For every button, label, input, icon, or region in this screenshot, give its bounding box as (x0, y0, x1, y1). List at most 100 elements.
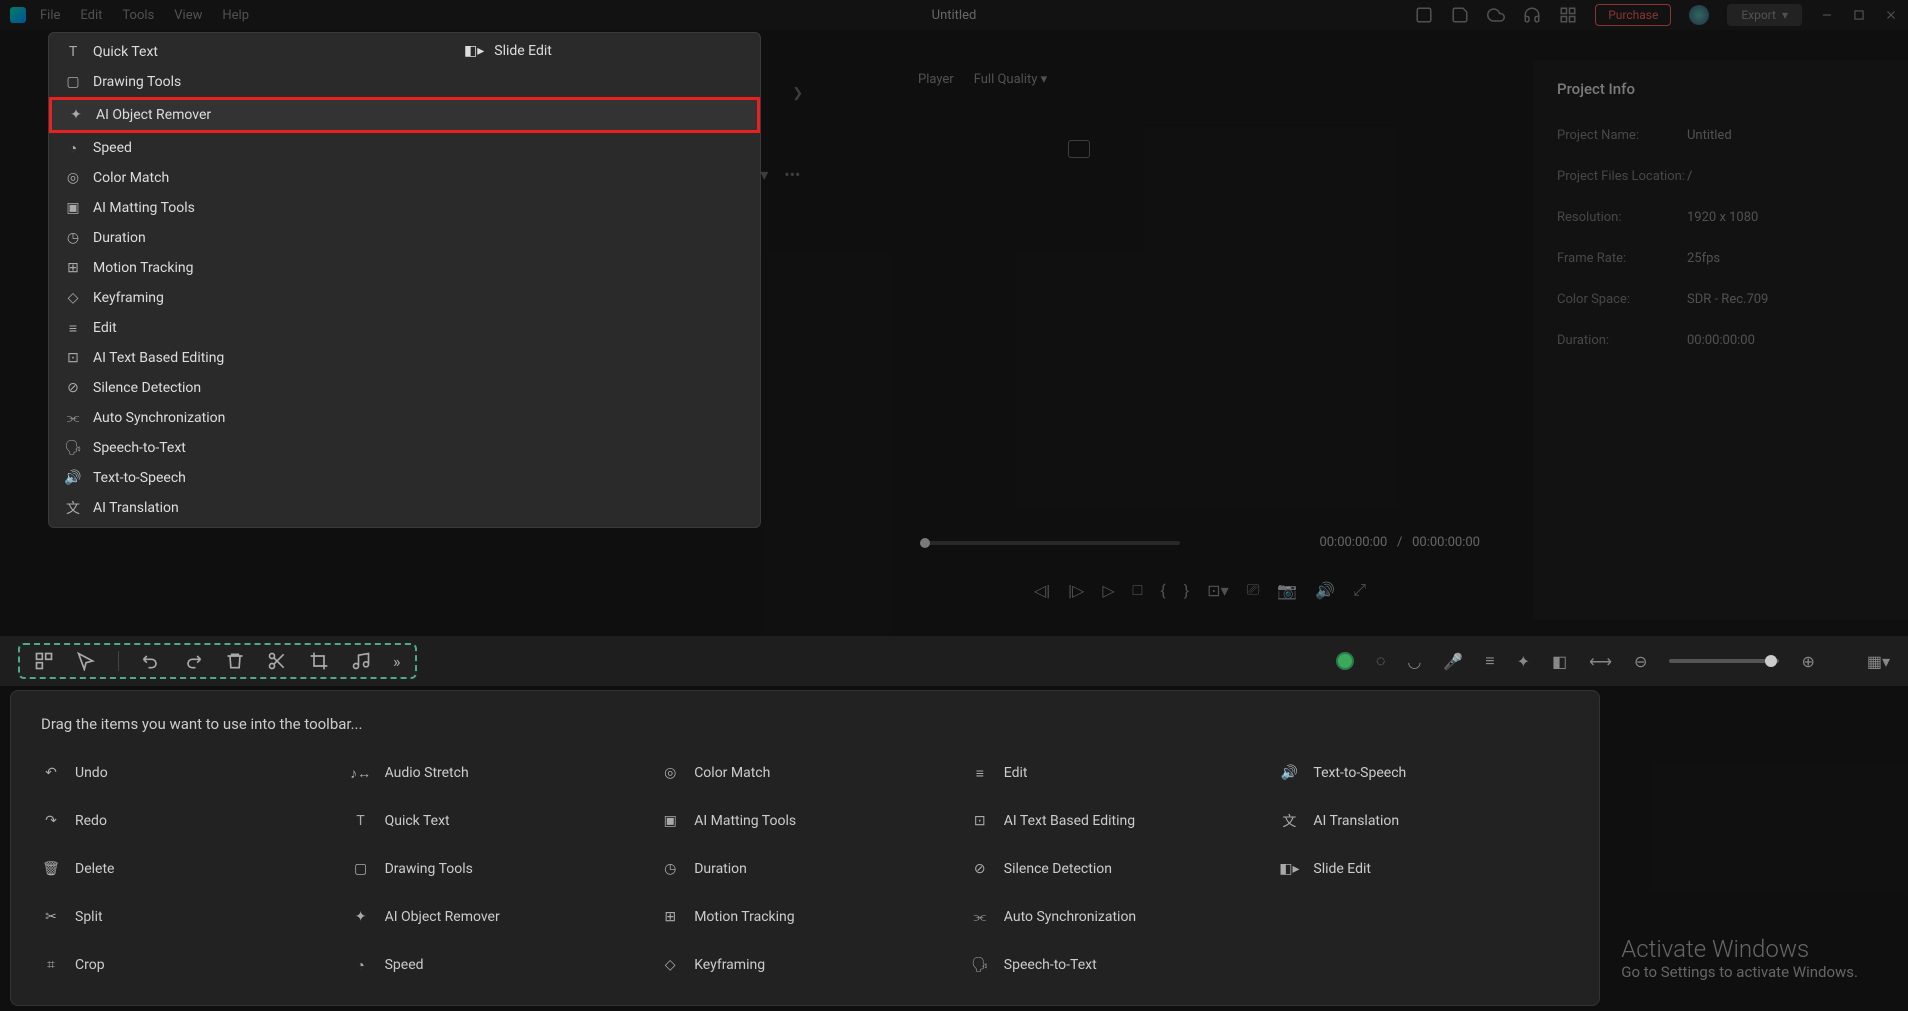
aspect-icon[interactable]: ⊡▾ (1207, 581, 1228, 600)
player-label: Player (918, 72, 954, 87)
toolbar-adjust-icon[interactable]: ◧ (1552, 652, 1567, 671)
menu-item-speech-to-text[interactable]: 🗣 Speech-to-Text (49, 433, 760, 463)
translate-icon: 文 (1279, 811, 1299, 831)
drag-item-edit[interactable]: ≡Edit (970, 757, 1260, 789)
maximize-icon[interactable] (1852, 8, 1866, 22)
menu-item-keyframing[interactable]: ◇ Keyframing (49, 283, 760, 313)
toolbar-apps-icon[interactable] (34, 651, 54, 671)
purchase-button[interactable]: Purchase (1595, 4, 1671, 26)
layout-icon[interactable] (1415, 6, 1433, 24)
globe-icon[interactable] (1689, 5, 1709, 25)
zoom-slider[interactable] (1669, 659, 1779, 663)
zoom-in-icon[interactable]: ⊕ (1801, 652, 1814, 671)
menu-tools[interactable]: Tools (122, 8, 154, 23)
toolbar-grid-icon[interactable]: ▦▾ (1867, 652, 1890, 671)
menu-item-auto-sync[interactable]: ⫘ Auto Synchronization (49, 403, 760, 433)
info-label-resolution: Resolution: (1557, 210, 1687, 225)
drag-item-matting[interactable]: ▣AI Matting Tools (660, 805, 950, 837)
drag-item-text-edit[interactable]: ⊡AI Text Based Editing (970, 805, 1260, 837)
headphones-icon[interactable] (1523, 6, 1541, 24)
menu-item-motion-tracking[interactable]: ⊞ Motion Tracking (49, 253, 760, 283)
toolbar-crop-icon[interactable] (309, 651, 329, 671)
info-label-location: Project Files Location: (1557, 169, 1687, 184)
menu-item-speed[interactable]: ◔ Speed (49, 133, 760, 163)
tabs-more-arrow-icon[interactable]: ❯ (792, 86, 803, 101)
quality-dropdown[interactable]: Full Quality ▾ (974, 72, 1047, 87)
drag-item-audio-stretch[interactable]: ♪↔Audio Stretch (351, 757, 641, 789)
close-icon[interactable] (1884, 8, 1898, 22)
menu-help[interactable]: Help (222, 8, 249, 23)
menu-item-silence-detection[interactable]: ⊘ Silence Detection (49, 373, 760, 403)
drag-item-tts[interactable]: 🔊Text-to-Speech (1279, 757, 1569, 789)
menu-file[interactable]: File (40, 8, 60, 23)
toolbar-more-icon[interactable]: » (393, 652, 401, 671)
toolbar-cursor-icon[interactable] (76, 651, 96, 671)
toolbar-mic-icon[interactable]: 🎤 (1443, 652, 1463, 671)
menu-view[interactable]: View (174, 8, 202, 23)
toolbar-magic-icon[interactable]: ✦ (1517, 652, 1530, 671)
menu-item-color-match[interactable]: ◎ Color Match (49, 163, 760, 193)
save-icon[interactable] (1451, 6, 1469, 24)
menu-item-duration[interactable]: ◷ Duration (49, 223, 760, 253)
drag-item-redo[interactable]: ↷Redo (41, 805, 331, 837)
mark-out-icon[interactable]: } (1184, 581, 1189, 600)
drag-item-stt[interactable]: 🗣Speech-to-Text (970, 949, 1260, 981)
menu-edit[interactable]: Edit (80, 8, 102, 23)
display-icon[interactable]: ⎚ (1247, 580, 1260, 600)
snapshot-icon[interactable] (1068, 140, 1090, 158)
zoom-out-icon[interactable]: ⊖ (1634, 652, 1647, 671)
fullscreen-icon[interactable]: ⤢ (1353, 580, 1366, 600)
player-progress-bar[interactable] (920, 541, 1180, 545)
menu-item-ai-text-editing[interactable]: ⊡ AI Text Based Editing (49, 343, 760, 373)
menu-item-edit[interactable]: ≡ Edit (49, 313, 760, 343)
motion-tracking-icon: ⊞ (65, 260, 81, 276)
drag-item-translate[interactable]: 文AI Translation (1279, 805, 1569, 837)
menu-item-text-to-speech[interactable]: 🔊 Text-to-Speech (49, 463, 760, 493)
drag-item-keyframe[interactable]: ◇Keyframing (660, 949, 950, 981)
prev-frame-icon[interactable]: ◁| (1034, 581, 1050, 600)
drag-item-object-remover[interactable]: ✦AI Object Remover (351, 901, 641, 933)
menu-item-drawing-tools[interactable]: ▢ Drawing Tools (49, 67, 760, 97)
drag-item-slide[interactable]: ◧▸Slide Edit (1279, 853, 1569, 885)
export-button[interactable]: Export▾ (1727, 4, 1802, 26)
toolbar-audio-icon[interactable] (351, 651, 371, 671)
next-frame-icon[interactable]: |▷ (1068, 581, 1084, 600)
drag-item-undo[interactable]: ↶Undo (41, 757, 331, 789)
drag-item-color-match[interactable]: ◎Color Match (660, 757, 950, 789)
toolbar-shield-icon[interactable]: ◡ (1407, 652, 1421, 671)
drag-item-quick-text[interactable]: TQuick Text (351, 805, 641, 837)
drag-item-drawing[interactable]: ▢Drawing Tools (351, 853, 641, 885)
toolbar-delete-icon[interactable] (225, 651, 245, 671)
toolbar-marker-icon[interactable]: ◌ (1376, 651, 1386, 671)
menu-item-ai-matting[interactable]: ▣ AI Matting Tools (49, 193, 760, 223)
menu-item-ai-object-remover[interactable]: ✦ AI Object Remover (49, 97, 760, 133)
drag-item-sync[interactable]: ⫘Auto Synchronization (970, 901, 1260, 933)
drag-item-crop[interactable]: ⌗Crop (41, 949, 331, 981)
mark-in-icon[interactable]: { (1160, 581, 1165, 600)
drag-item-duration[interactable]: ◷Duration (660, 853, 950, 885)
volume-icon[interactable]: 🔊 (1315, 581, 1335, 600)
toolbar-fit-icon[interactable]: ⟷ (1589, 652, 1612, 671)
drag-item-delete[interactable]: 🗑Delete (41, 853, 331, 885)
minimize-icon[interactable] (1820, 8, 1834, 22)
toolbar-render-icon[interactable] (1336, 652, 1354, 670)
stop-icon[interactable]: □ (1133, 580, 1143, 600)
stt-icon: 🗣 (65, 440, 81, 456)
drag-item-silence[interactable]: ⊘Silence Detection (970, 853, 1260, 885)
toolbar-list-icon[interactable]: ≡ (1485, 651, 1494, 671)
more-options-icon[interactable]: ••• (784, 165, 800, 184)
drag-item-speed[interactable]: ◔Speed (351, 949, 641, 981)
menu-item-ai-translation[interactable]: 文 AI Translation (49, 493, 760, 523)
menu-item-quick-text[interactable]: T Quick Text (49, 37, 760, 67)
apps-icon[interactable] (1559, 6, 1577, 24)
drag-item-split[interactable]: ✂Split (41, 901, 331, 933)
toolbar-split-icon[interactable] (267, 651, 287, 671)
cloud-icon[interactable] (1487, 6, 1505, 24)
toolbar-redo-icon[interactable] (183, 651, 203, 671)
quick-text-icon: T (351, 811, 371, 831)
drag-item-motion[interactable]: ⊞Motion Tracking (660, 901, 950, 933)
menu-item-slide-edit[interactable]: ◧▸ Slide Edit (464, 43, 552, 59)
play-icon[interactable]: ▷ (1102, 581, 1114, 600)
toolbar-undo-icon[interactable] (141, 651, 161, 671)
camera-icon[interactable]: 📷 (1277, 581, 1297, 600)
